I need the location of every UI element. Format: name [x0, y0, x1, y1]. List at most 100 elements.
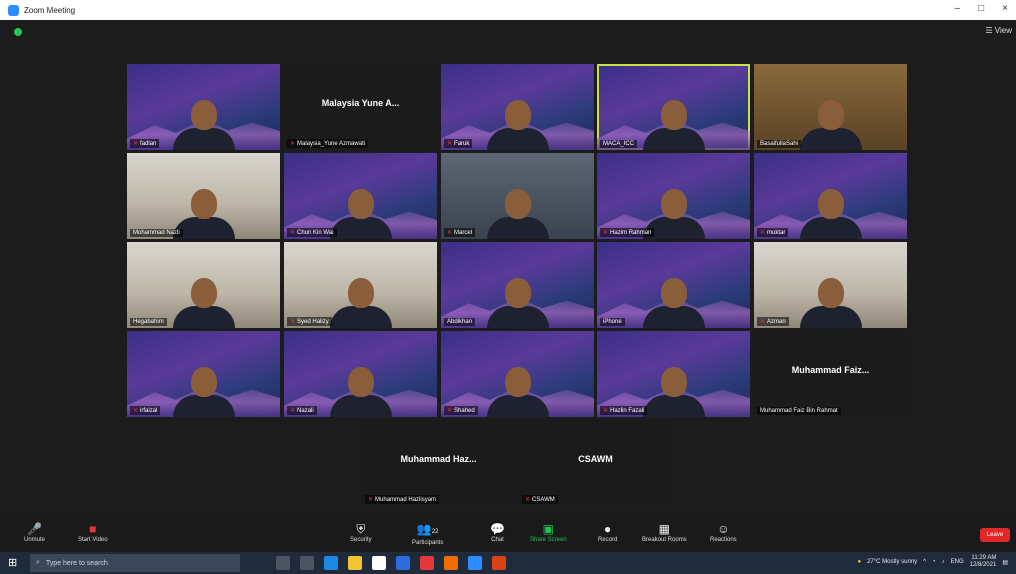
participant-video — [642, 367, 705, 417]
participant-tile[interactable]: ✕ fadlan — [127, 64, 280, 150]
opera-icon[interactable] — [420, 556, 434, 570]
encryption-shield-icon[interactable] — [14, 28, 22, 36]
participant-tile[interactable]: BasaifullaSahi — [754, 64, 907, 150]
participant-name-tag: Hegabahim — [130, 318, 167, 326]
breakout-rooms-button[interactable]: ▦ Breakout Rooms — [642, 521, 687, 543]
cortana-icon[interactable] — [276, 556, 290, 570]
participant-name: muktar — [767, 229, 786, 236]
unmute-label: Unmute — [24, 537, 46, 543]
record-button[interactable]: ● Record — [598, 521, 617, 543]
participant-tile[interactable]: ✕ irfaizal — [127, 331, 280, 417]
participant-tile[interactable]: ✕ Faruk — [441, 64, 594, 150]
participant-tile[interactable]: ✕ Marcel — [441, 153, 594, 239]
minimize-button[interactable]: – — [955, 3, 961, 14]
edge-icon[interactable] — [324, 556, 338, 570]
view-button[interactable]: ☰ View — [985, 26, 1012, 35]
participant-tile[interactable]: CSAWM ✕ CSAWM — [519, 420, 672, 506]
participant-video — [486, 100, 549, 150]
participant-video — [799, 278, 862, 328]
participant-name-tag: ✕ Chun Kin Wai — [287, 228, 337, 237]
record-icon: ● — [604, 522, 612, 536]
muted-mic-icon: ✕ — [133, 408, 139, 414]
participant-name-tag: iPhone — [600, 318, 625, 326]
participant-video — [642, 278, 705, 328]
mail-icon[interactable] — [396, 556, 410, 570]
participant-tile[interactable]: Malaysia Yune A... ✕ Malaysia_Yune Azmawat… — [284, 64, 437, 150]
powerpoint-icon[interactable] — [492, 556, 506, 570]
participant-tile[interactable]: Mohammad Nazli — [127, 153, 280, 239]
participant-name: Faruk — [454, 140, 470, 147]
participant-name: Hazim Rahman — [610, 229, 652, 236]
participant-video — [172, 278, 235, 328]
start-video-button[interactable]: ■ Start Video — [78, 521, 108, 543]
security-label: Security — [350, 537, 372, 543]
participant-tile[interactable]: MACA_ICC — [597, 64, 750, 150]
notifications-icon[interactable]: ▤ — [1002, 559, 1008, 566]
chat-icon: 💬 — [490, 522, 505, 536]
participant-name: Muhammad Faiz Bin Rahmat — [760, 408, 838, 414]
muted-mic-icon: ✕ — [290, 319, 296, 325]
participants-count: 22 — [431, 529, 439, 535]
participant-tile[interactable]: ✕ Azman — [754, 242, 907, 328]
participant-video — [172, 100, 235, 150]
participant-name: iPhone — [603, 319, 622, 325]
muted-mic-icon: ✕ — [447, 230, 453, 236]
tray-chevron-icon[interactable]: ^ — [923, 559, 926, 565]
participant-tile[interactable]: ✕ Shahed — [441, 331, 594, 417]
maximize-button[interactable]: □ — [978, 3, 984, 14]
participant-tile[interactable]: ✕ Chun Kin Wai — [284, 153, 437, 239]
share-screen-button[interactable]: ▣ Share Screen — [530, 521, 567, 543]
clock[interactable]: 11:29 AM 12/8/2021 — [970, 555, 997, 569]
network-icon[interactable]: ◔ — [932, 559, 936, 565]
windows-start-icon[interactable]: ⊞ — [8, 557, 22, 569]
participant-tile[interactable]: ✕ Hazlin Fazali — [597, 331, 750, 417]
security-button[interactable]: ⛨ Security — [350, 521, 372, 543]
chat-button[interactable]: 💬 Chat — [490, 521, 505, 543]
clock-time: 11:29 AM — [971, 555, 997, 561]
participant-name-tag: ✕ irfaizal — [130, 406, 161, 415]
file-explorer-icon[interactable] — [348, 556, 362, 570]
participant-tile[interactable]: Muhammad Faiz... Muhammad Faiz Bin Rahmat — [754, 331, 907, 417]
task-view-icon[interactable] — [300, 556, 314, 570]
participant-name: Syed Halizy — [297, 318, 329, 325]
participant-tile[interactable]: ✕ Hazim Rahman — [597, 153, 750, 239]
participant-name-tag: Mohammad Nazli — [130, 229, 183, 237]
reactions-button[interactable]: ☺ Reactions — [710, 521, 737, 543]
participant-name-tag: Abdikhan — [444, 318, 476, 326]
participant-tile[interactable]: ✕ Nazali — [284, 331, 437, 417]
zoom-taskbar-icon[interactable] — [468, 556, 482, 570]
participant-name-tag: ✕ muktar — [757, 228, 789, 237]
participant-tile[interactable]: Hegabahim — [127, 242, 280, 328]
participant-name: MACA_ICC — [603, 141, 635, 147]
clock-date: 12/8/2021 — [969, 562, 997, 568]
volume-icon[interactable]: ♪ — [942, 559, 945, 565]
participant-name-tag: ✕ Hazlin Fazali — [600, 406, 648, 415]
reactions-label: Reactions — [710, 537, 737, 543]
participant-name-tag: ✕ Malaysia_Yune Azmawati — [287, 139, 369, 148]
participant-name: Shahed — [454, 407, 475, 414]
participant-name-tag: Muhammad Faiz Bin Rahmat — [757, 407, 841, 415]
search-icon: ⌕ — [36, 559, 40, 566]
muted-mic-icon: ✕ — [447, 141, 453, 147]
share-screen-icon: ▣ — [542, 522, 555, 536]
participant-tile[interactable]: ✕ Syed Halizy — [284, 242, 437, 328]
taskbar-search[interactable]: ⌕ Type here to search — [30, 554, 240, 572]
weather-text[interactable]: 27°C Mostly sunny — [867, 559, 917, 565]
participant-name-tag: MACA_ICC — [600, 140, 638, 148]
participants-label: Participants — [412, 540, 444, 546]
muted-mic-icon: ✕ — [525, 497, 531, 503]
leave-button[interactable]: Leave — [980, 528, 1010, 542]
chat-label: Chat — [491, 537, 504, 543]
unmute-button[interactable]: 🎤 Unmute — [24, 521, 45, 543]
record-label: Record — [598, 537, 618, 543]
participant-tile[interactable]: Muhammad Haz... ✕ Muhammad Hazlisyam — [362, 420, 515, 506]
participant-name-tag: ✕ Faruk — [444, 139, 473, 148]
lang-indicator[interactable]: ENG — [951, 559, 964, 565]
app-orange-icon[interactable] — [444, 556, 458, 570]
close-button[interactable]: × — [1002, 3, 1008, 14]
participant-tile[interactable]: ✕ muktar — [754, 153, 907, 239]
participant-tile[interactable]: Abdikhan — [441, 242, 594, 328]
participant-tile[interactable]: iPhone — [597, 242, 750, 328]
participants-button[interactable]: 👥22 Participants — [412, 521, 443, 546]
store-icon[interactable] — [372, 556, 386, 570]
